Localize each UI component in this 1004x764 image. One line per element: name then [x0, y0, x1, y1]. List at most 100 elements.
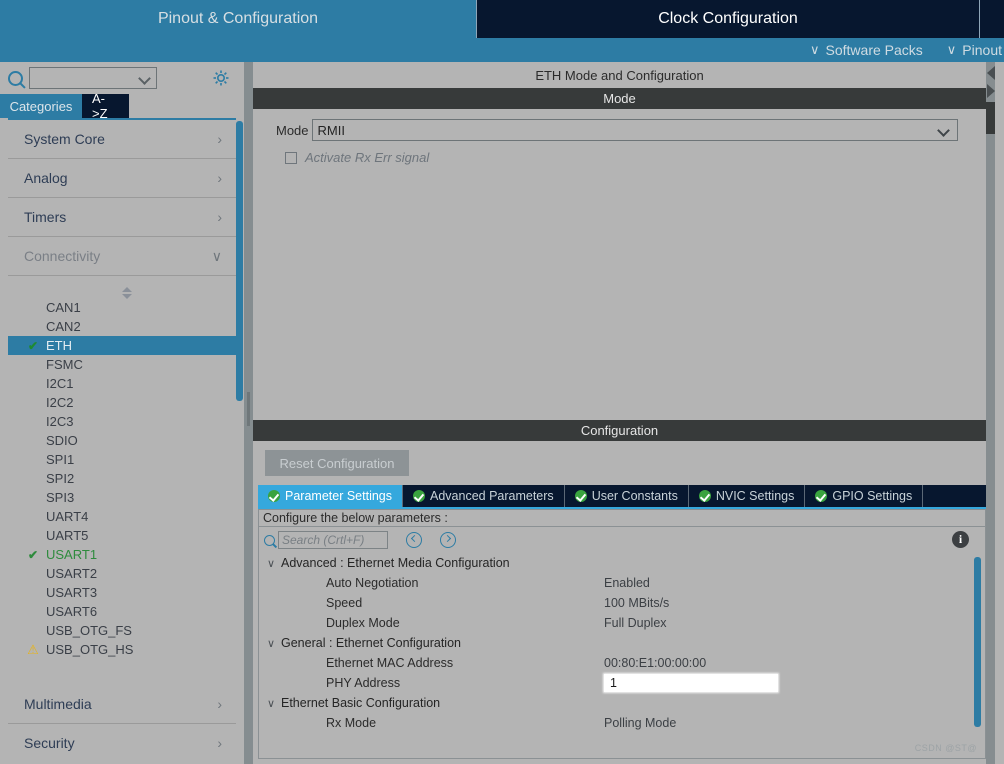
parameter-group-basic[interactable]: ∨ Ethernet Basic Configuration	[259, 693, 985, 713]
mode-select[interactable]: RMII	[311, 119, 958, 141]
parameter-value: Full Duplex	[604, 616, 667, 630]
pinout-label: Pinout	[962, 42, 1002, 58]
tab-categories[interactable]: Categories	[0, 94, 82, 118]
sidebar-item-eth[interactable]: ✔ ETH	[8, 336, 236, 355]
gear-icon[interactable]	[212, 69, 230, 87]
check-circle-icon	[413, 490, 425, 502]
tab-parameter-settings[interactable]: Parameter Settings	[258, 485, 403, 507]
sidebar-item-usb-otg-fs[interactable]: USB_OTG_FS	[8, 621, 236, 640]
parameter-scrollbar[interactable]	[974, 557, 981, 749]
chevron-down-icon: ∨	[211, 247, 222, 264]
tab-a-to-z[interactable]: A->Z	[82, 91, 129, 121]
tab-gpio-settings[interactable]: GPIO Settings	[805, 485, 924, 507]
arrow-left-circle-icon[interactable]	[406, 532, 422, 548]
sidebar-item-i2c1[interactable]: I2C1	[8, 374, 236, 393]
sidebar-category-timers-label: Timers	[24, 209, 67, 225]
watermark: CSDN @ST@	[914, 743, 977, 753]
sidebar-item-i2c2[interactable]: I2C2	[8, 393, 236, 412]
tab-nvic-settings[interactable]: NVIC Settings	[688, 485, 806, 507]
sidebar-scrollbar[interactable]	[236, 120, 243, 760]
parameter-group-advanced[interactable]: ∨ Advanced : Ethernet Media Configuratio…	[259, 553, 985, 573]
sidebar-item-label: UART4	[46, 509, 89, 524]
right-edge-strip	[986, 62, 1004, 764]
software-packs-menu[interactable]: ∨ Software Packs	[810, 42, 923, 58]
collapse-right-icon[interactable]	[987, 84, 995, 98]
phy-address-input[interactable]: 1	[604, 674, 778, 692]
sidebar-category-timers[interactable]: Timers ›	[8, 198, 236, 237]
sidebar-category-security[interactable]: Security ›	[8, 724, 236, 760]
sidebar-item-can1[interactable]: CAN1	[8, 298, 236, 317]
check-circle-icon	[574, 490, 587, 502]
parameter-scrollbar-thumb[interactable]	[974, 557, 981, 727]
sidebar-item-uart5[interactable]: UART5	[8, 526, 236, 545]
pinout-menu[interactable]: ∨ Pinout	[947, 42, 1004, 58]
tab-parameter-settings-label: Parameter Settings	[285, 489, 392, 503]
search-icon	[8, 70, 23, 86]
tab-extra[interactable]	[979, 0, 1004, 38]
check-circle-icon	[698, 490, 711, 502]
info-icon[interactable]: i	[952, 531, 969, 548]
chevron-right-icon: ›	[217, 696, 222, 712]
parameter-row[interactable]: Duplex Mode Full Duplex	[259, 613, 985, 633]
sidebar-item-can2[interactable]: CAN2	[8, 317, 236, 336]
sidebar: Categories A->Z System Core › Analog › T…	[0, 62, 244, 764]
sidebar-item-uart4[interactable]: UART4	[8, 507, 236, 526]
parameter-search-input[interactable]: Search (Crtl+F)	[278, 531, 388, 549]
panel-splitter[interactable]	[244, 62, 253, 764]
tab-user-constants[interactable]: User Constants	[564, 485, 689, 507]
sidebar-category-analog-label: Analog	[24, 170, 68, 186]
reset-configuration-label: Reset Configuration	[279, 455, 395, 471]
parameter-name: PHY Address	[326, 676, 401, 690]
parameter-row[interactable]: Auto Negotiation Enabled	[259, 573, 985, 593]
collapse-left-icon[interactable]	[987, 66, 995, 80]
check-icon: ✔	[27, 338, 39, 353]
sidebar-item-spi1[interactable]: SPI1	[8, 450, 236, 469]
tab-advanced-parameters[interactable]: Advanced Parameters	[403, 485, 565, 507]
chevron-right-icon: ›	[217, 170, 222, 186]
check-icon: ✔	[27, 547, 39, 562]
sidebar-item-usart2[interactable]: USART2	[8, 564, 236, 583]
arrow-right-circle-icon[interactable]	[440, 532, 456, 548]
page-title: ETH Mode and Configuration	[253, 62, 986, 88]
activate-rx-err-checkbox[interactable]	[285, 151, 297, 164]
parameter-row[interactable]: PHY Address 1	[259, 673, 985, 693]
sidebar-scrollbar-thumb[interactable]	[236, 121, 243, 401]
sidebar-category-connectivity[interactable]: Connectivity ∨	[8, 237, 236, 276]
sidebar-item-usart1[interactable]: ✔ USART1	[8, 545, 236, 564]
parameter-row[interactable]: Ethernet MAC Address 00:80:E1:00:00:00	[259, 653, 985, 673]
parameter-name: Rx Mode	[326, 716, 377, 730]
sidebar-item-usb-otg-hs[interactable]: ⚠ USB_OTG_HS	[8, 640, 236, 659]
parameter-value: 00:80:E1:00:00:00	[604, 656, 707, 670]
parameter-row[interactable]: Speed 100 MBits/s	[259, 593, 985, 613]
sidebar-item-i2c3[interactable]: I2C3	[8, 412, 236, 431]
chevron-right-icon: ›	[217, 131, 222, 147]
sidebar-item-usart3[interactable]: USART3	[8, 583, 236, 602]
sidebar-item-fsmc[interactable]: FSMC	[8, 355, 236, 374]
parameter-group-advanced-label: Advanced : Ethernet Media Configuration	[281, 556, 510, 570]
sidebar-category-connectivity-label: Connectivity	[24, 248, 101, 264]
sidebar-category-system-core[interactable]: System Core ›	[8, 120, 236, 159]
parameter-row[interactable]: Rx Mode Polling Mode	[259, 713, 985, 733]
tab-clock-configuration[interactable]: Clock Configuration	[476, 0, 979, 38]
scroll-spinner[interactable]	[8, 276, 236, 299]
sidebar-item-label: FSMC	[46, 357, 83, 372]
parameter-group-general[interactable]: ∨ General : Ethernet Configuration	[259, 633, 985, 653]
sidebar-search-input[interactable]	[29, 67, 157, 89]
mode-section-body: Mode RMII Activate Rx Err signal	[253, 109, 986, 420]
activate-rx-err-label: Activate Rx Err signal	[305, 150, 430, 165]
sidebar-category-multimedia[interactable]: Multimedia ›	[8, 685, 236, 724]
reset-configuration-button[interactable]: Reset Configuration	[265, 450, 409, 476]
sidebar-item-spi3[interactable]: SPI3	[8, 488, 236, 507]
sidebar-item-spi2[interactable]: SPI2	[8, 469, 236, 488]
sidebar-item-label: SPI1	[46, 452, 75, 467]
activate-rx-err-row[interactable]: Activate Rx Err signal	[285, 150, 429, 165]
software-packs-label: Software Packs	[825, 42, 923, 58]
chevron-right-icon: ›	[217, 735, 222, 751]
tab-nvic-settings-label: NVIC Settings	[715, 489, 795, 503]
tab-pinout-configuration[interactable]: Pinout & Configuration	[0, 0, 476, 38]
sidebar-category-system-core-label: System Core	[24, 131, 105, 147]
sidebar-search-row	[0, 62, 244, 94]
sidebar-category-analog[interactable]: Analog ›	[8, 159, 236, 198]
sidebar-item-sdio[interactable]: SDIO	[8, 431, 236, 450]
sidebar-item-usart6[interactable]: USART6	[8, 602, 236, 621]
